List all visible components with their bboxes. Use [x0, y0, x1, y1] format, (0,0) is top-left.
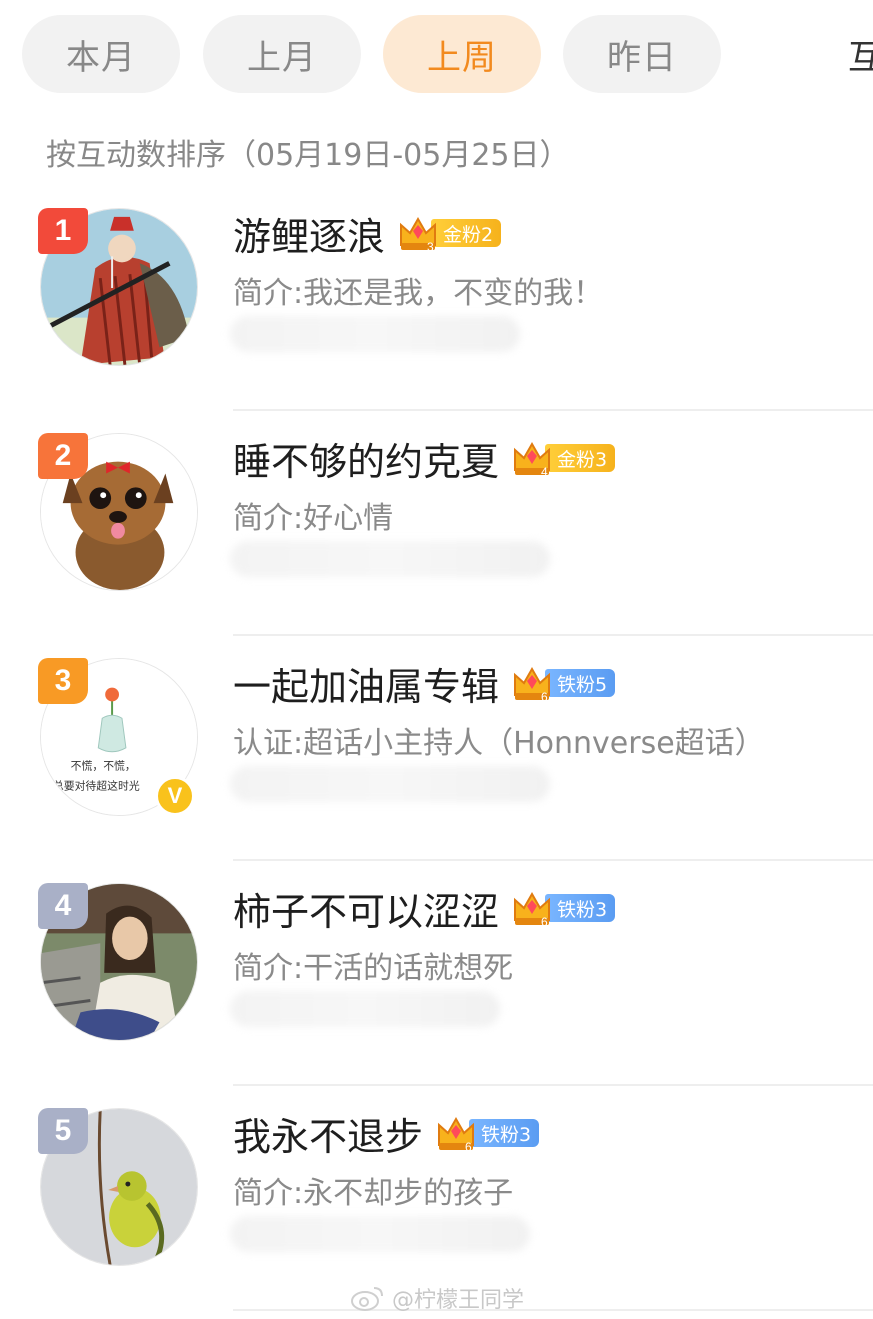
- fan-level-badge: 6 铁粉3: [511, 888, 616, 928]
- divider: [233, 1309, 873, 1311]
- fan-level-badge: 4 金粉3: [511, 438, 616, 478]
- crown-icon: 3: [397, 213, 439, 253]
- tab-last-week[interactable]: 上周: [383, 15, 541, 93]
- user-name-line: 游鲤逐浪 3 金粉2: [233, 206, 502, 261]
- fan-level-label: 铁粉3: [545, 894, 616, 922]
- rank-badge: 5: [38, 1108, 88, 1154]
- user-intro: 认证:超话小主持人（Honnverse超话）: [233, 726, 765, 761]
- user-name-line: 一起加油属专辑 6 铁粉5: [233, 656, 616, 711]
- rank-badge: 2: [38, 433, 88, 479]
- svg-text:不慌，不慌，: 不慌，不慌，: [71, 760, 136, 773]
- tab-yesterday[interactable]: 昨日: [563, 15, 721, 93]
- user-name[interactable]: 一起加油属专辑: [233, 656, 499, 711]
- list-item[interactable]: 5 我永不退步 6 铁粉3 简介:永不却步的孩子: [0, 1086, 873, 1311]
- user-name-line: 我永不退步 6 铁粉3: [233, 1106, 540, 1161]
- period-tabs: 本月 上月 上周 昨日 互: [22, 15, 873, 93]
- svg-text:6: 6: [541, 915, 548, 928]
- svg-text:6: 6: [541, 690, 548, 703]
- user-name[interactable]: 睡不够的约克夏: [233, 431, 499, 486]
- svg-text:4: 4: [541, 465, 548, 478]
- user-name-line: 睡不够的约克夏 4 金粉3: [233, 431, 616, 486]
- blurred-text: [230, 991, 500, 1027]
- blurred-text: [230, 766, 550, 802]
- fan-level-label: 金粉3: [545, 444, 616, 472]
- fan-level-badge: 6 铁粉5: [511, 663, 616, 703]
- user-name-line: 柿子不可以涩涩 6 铁粉3: [233, 881, 616, 936]
- svg-text:总要对待超这时光: 总要对待超这时光: [53, 778, 140, 792]
- crown-icon: 6: [511, 888, 553, 928]
- user-name[interactable]: 我永不退步: [233, 1106, 423, 1161]
- list-item[interactable]: 3 不慌，不慌， 总要对待超这时光 V 一起加油属专辑 6 铁粉5 认证:超话小…: [0, 636, 873, 861]
- tab-this-month[interactable]: 本月: [22, 15, 180, 93]
- blurred-text: [230, 1216, 530, 1252]
- blurred-text: [230, 541, 550, 577]
- user-intro: 简介:干活的话就想死: [233, 951, 514, 986]
- user-intro: 简介:我还是我，不变的我！: [233, 276, 604, 311]
- user-intro: 简介:好心情: [233, 501, 394, 536]
- rank-badge: 4: [38, 883, 88, 929]
- crown-icon: 6: [435, 1113, 477, 1153]
- fan-ranking-page: 本月 上月 上周 昨日 互 按互动数排序（05月19日-05月25日） 1 游鲤…: [0, 0, 873, 1319]
- rank-badge: 1: [38, 208, 88, 254]
- tab-last-month[interactable]: 上月: [203, 15, 361, 93]
- list-item[interactable]: 4 柿子不可以涩涩 6 铁粉3 简介:干活的话就想死: [0, 861, 873, 1086]
- watermark: @柠檬王同学: [350, 1282, 524, 1314]
- user-intro: 简介:永不却步的孩子: [233, 1176, 514, 1211]
- tab-interaction-partial[interactable]: 互: [848, 15, 873, 93]
- sort-description: 按互动数排序（05月19日-05月25日）: [46, 138, 570, 173]
- verified-icon: V: [155, 776, 195, 816]
- fan-level-label: 铁粉3: [469, 1119, 540, 1147]
- fan-level-badge: 6 铁粉3: [435, 1113, 540, 1153]
- fan-level-badge: 3 金粉2: [397, 213, 502, 253]
- fan-level-label: 铁粉5: [545, 669, 616, 697]
- user-name[interactable]: 游鲤逐浪: [233, 206, 385, 261]
- svg-text:3: 3: [427, 240, 434, 253]
- crown-icon: 6: [511, 663, 553, 703]
- fan-level-label: 金粉2: [431, 219, 502, 247]
- user-name[interactable]: 柿子不可以涩涩: [233, 881, 499, 936]
- crown-icon: 4: [511, 438, 553, 478]
- blurred-text: [230, 316, 520, 352]
- svg-text:6: 6: [465, 1140, 472, 1153]
- weibo-logo-icon: [350, 1284, 386, 1312]
- rank-badge: 3: [38, 658, 88, 704]
- watermark-text: @柠檬王同学: [392, 1288, 525, 1313]
- list-item[interactable]: 1 游鲤逐浪 3 金粉2 简介:我还是我，不变的我！: [0, 186, 873, 411]
- list-item[interactable]: 2 睡不够的约克夏 4 金粉3 简介:好心情: [0, 411, 873, 636]
